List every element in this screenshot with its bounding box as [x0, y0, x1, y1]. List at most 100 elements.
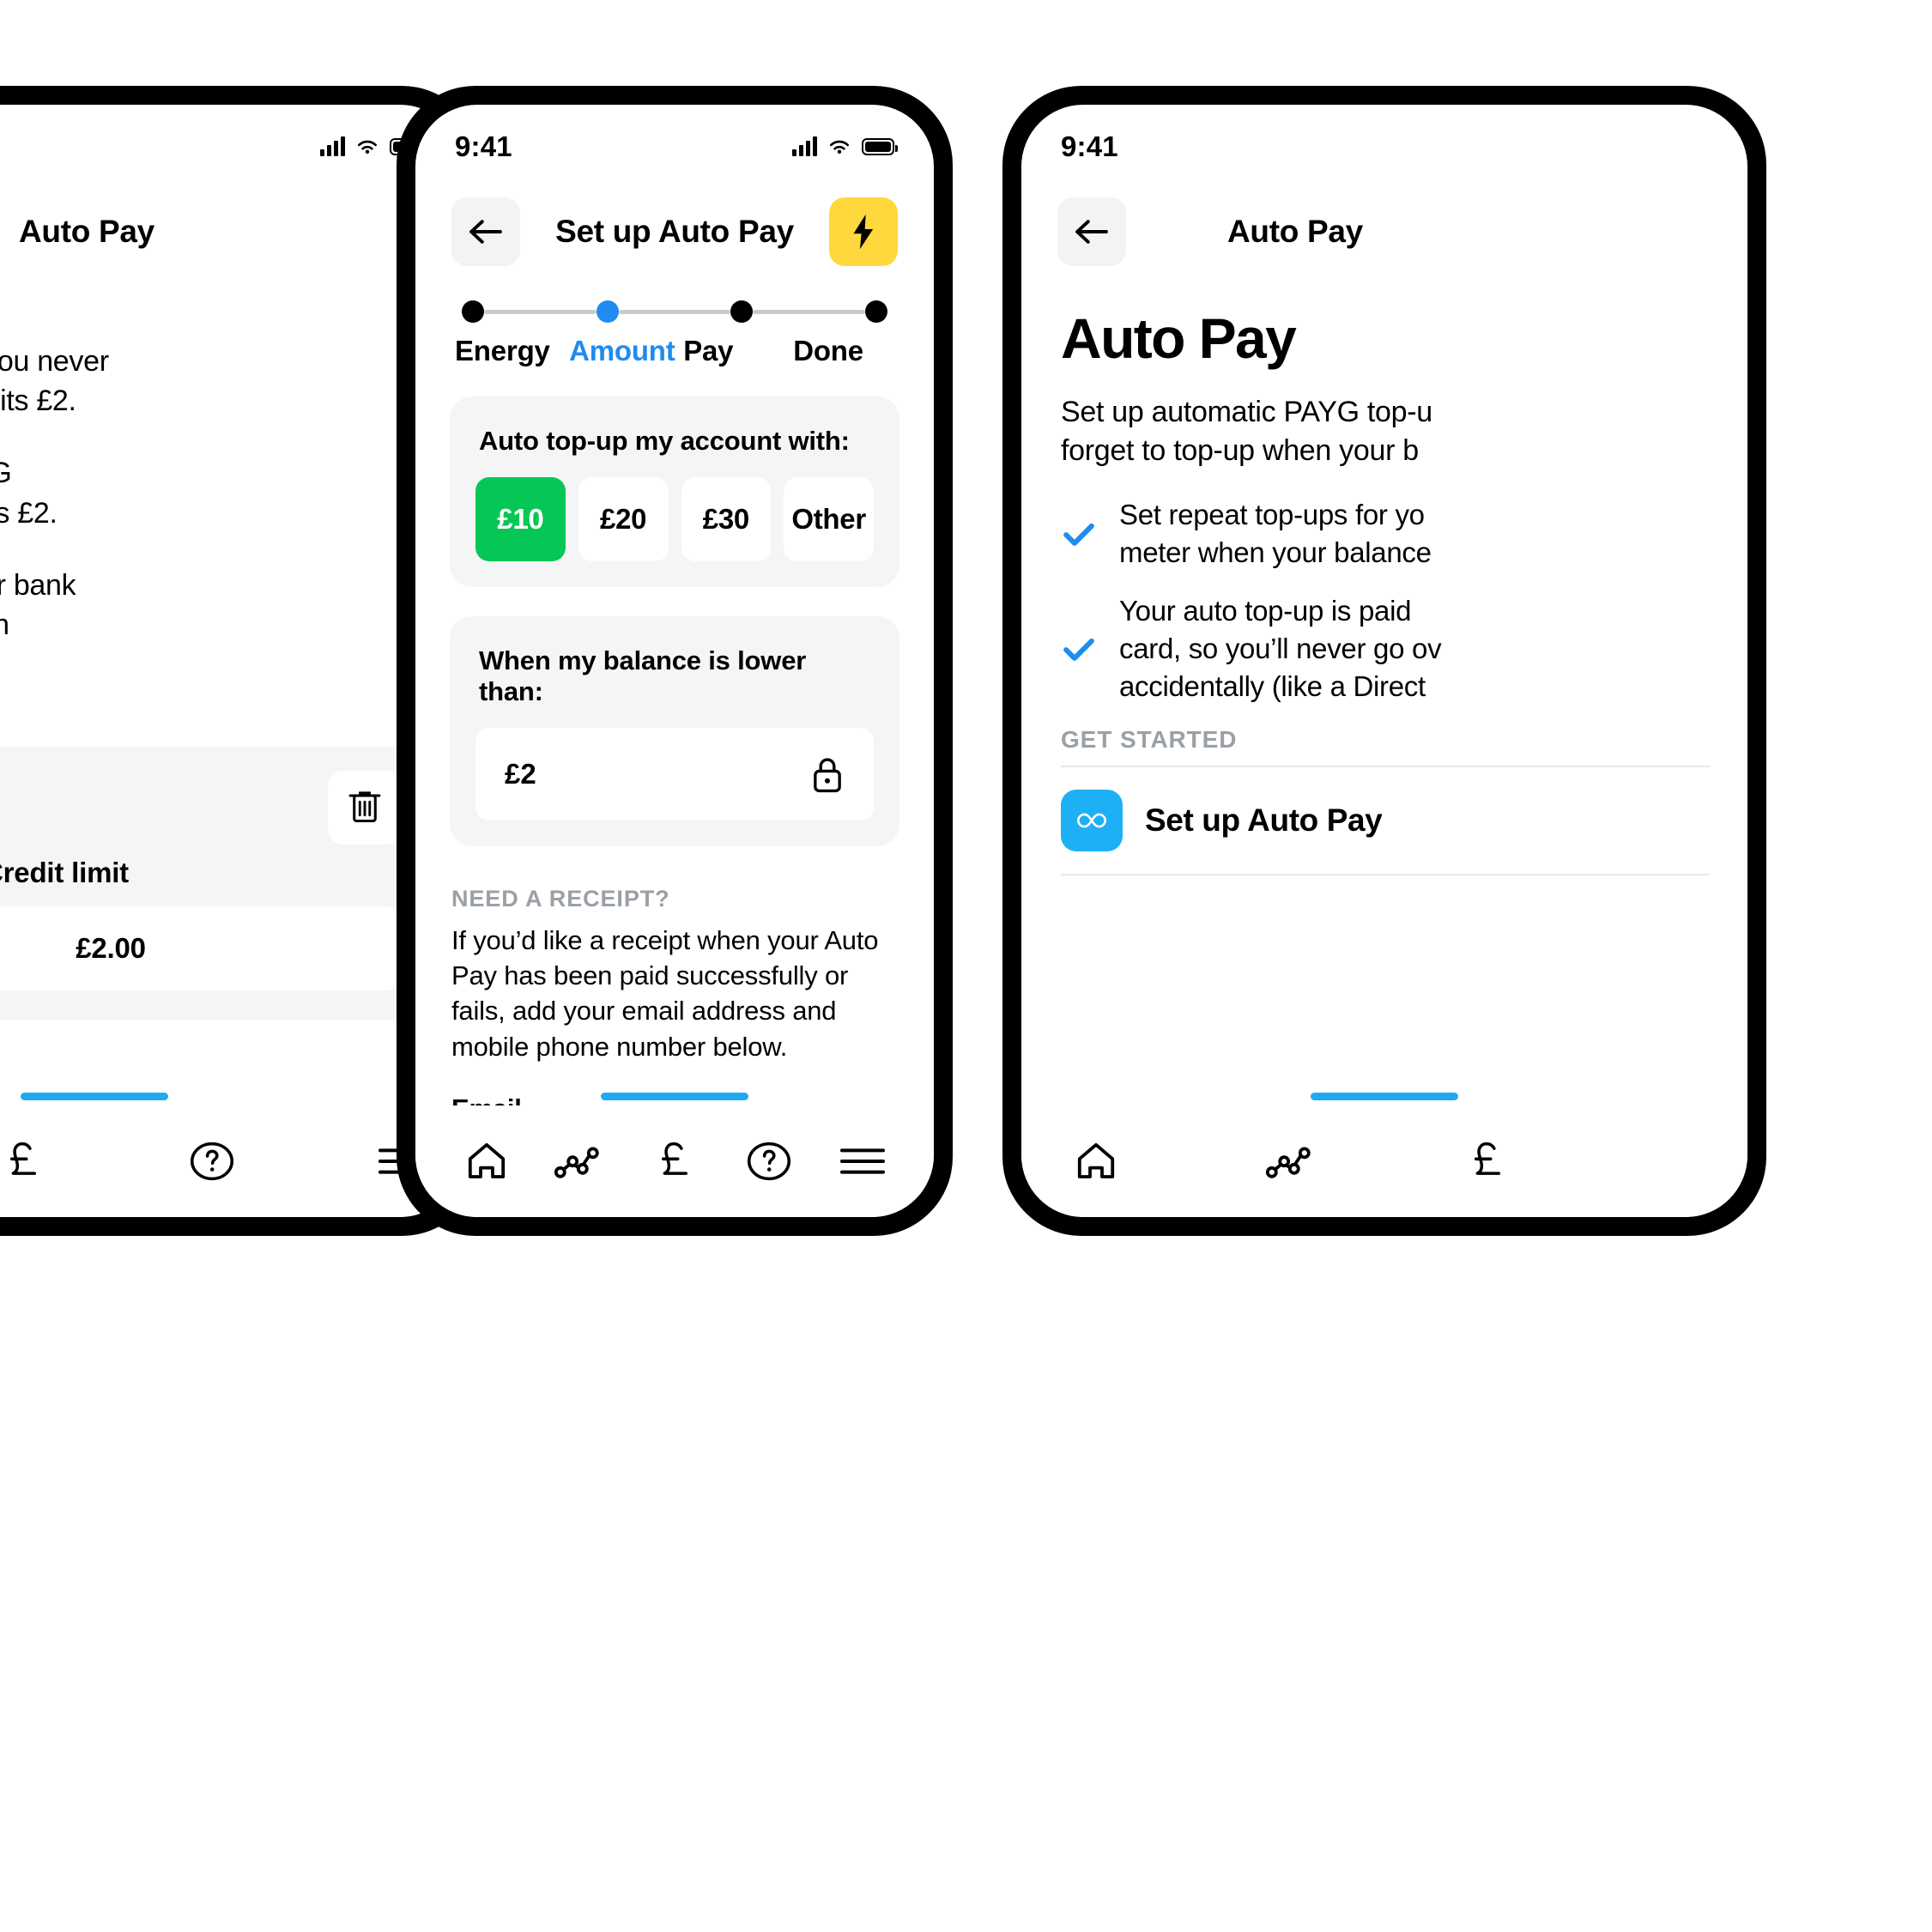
- benefit-text: Set repeat top-ups for yo meter when you…: [1119, 499, 1432, 569]
- step-line-2: [618, 309, 731, 314]
- right-content: Auto Pay Set up automatic PAYG top-u for…: [1021, 306, 1747, 875]
- status-time: 9:41: [455, 130, 512, 162]
- step-dot-energy[interactable]: [462, 300, 484, 323]
- nav-item-home[interactable]: [457, 1131, 517, 1191]
- phone-screen-middle: 9:41 Set up Auto Pay Energy Amount Pay D…: [415, 105, 934, 1217]
- step-label-pay: Pay: [683, 335, 734, 366]
- wifi-icon: [830, 140, 849, 154]
- threshold-title: When my balance is lower than:: [479, 645, 807, 706]
- trash-icon: [348, 791, 381, 822]
- nav-item-help[interactable]: [739, 1131, 799, 1191]
- auto-pay-intro: Set up automatic PAYG top-u forget to to…: [1061, 396, 1432, 468]
- page-title-left: Auto Pay: [19, 214, 154, 249]
- nav-bar-middle: Set up Auto Pay: [415, 173, 934, 268]
- home-icon: [1077, 1142, 1115, 1178]
- lock-icon: [814, 758, 841, 793]
- home-indicator: [1311, 1093, 1458, 1100]
- step-line-3: [753, 309, 866, 314]
- step-label-amount: Amount: [569, 335, 675, 366]
- step-line-1: [484, 309, 597, 314]
- receipt-eyebrow: NEED A RECEIPT?: [451, 886, 670, 911]
- signal-icon: [792, 136, 817, 156]
- bottom-nav-right: [1021, 1105, 1747, 1217]
- lightning-bolt-icon: [853, 214, 874, 250]
- home-icon: [468, 1142, 505, 1178]
- arrow-left-icon: [1075, 220, 1108, 244]
- threshold-value-field[interactable]: £2: [475, 728, 874, 821]
- step-label-energy: Energy: [455, 335, 550, 366]
- list-item-label: Set up Auto Pay: [1145, 802, 1383, 838]
- credit-limit-section: Credit limit £2.00: [0, 746, 462, 1020]
- check-icon: [1063, 638, 1094, 661]
- bottom-nav-left: [0, 1105, 462, 1217]
- nav-item-pound[interactable]: [1457, 1131, 1517, 1191]
- threshold-card: When my balance is lower than: £2: [450, 616, 899, 846]
- phone-screen-left: Auto Pay c PAYG top-ups so you never whe…: [0, 105, 462, 1217]
- status-bar-middle: 9:41: [415, 105, 934, 173]
- back-button[interactable]: [451, 197, 520, 266]
- amount-option-30[interactable]: £30: [681, 477, 772, 561]
- benefit-item: Your auto top-up is paid card, so you’ll…: [1061, 592, 1710, 706]
- left-paragraph-1: c PAYG top-ups so you never when your ba…: [0, 345, 109, 418]
- benefit-item: Set repeat top-ups for yo meter when you…: [1061, 496, 1710, 572]
- bottom-nav-middle: [415, 1105, 934, 1217]
- nav-item-help[interactable]: [182, 1131, 242, 1191]
- topup-amount-card: Auto top-up my account with: £10 £20 £30…: [450, 397, 899, 587]
- status-icons: [792, 136, 898, 156]
- home-indicator: [21, 1093, 168, 1100]
- menu-icon: [840, 1148, 886, 1174]
- home-indicator: [601, 1093, 748, 1100]
- credit-limit-fields: £2.00: [0, 905, 402, 990]
- nav-item-usage[interactable]: [550, 1131, 610, 1191]
- stepper-track: [455, 300, 894, 323]
- wifi-icon: [358, 140, 377, 154]
- topup-amount-title: Auto top-up my account with:: [479, 426, 850, 456]
- step-dot-amount[interactable]: [596, 300, 619, 323]
- help-circle-icon: [190, 1142, 234, 1181]
- threshold-value: £2: [505, 758, 536, 790]
- usage-graph-icon: [554, 1147, 600, 1178]
- arrow-left-icon: [469, 220, 502, 244]
- infinity-icon: [1077, 813, 1106, 828]
- phone-frame-right: 9:41 Auto Pay Auto Pay Set up automatic …: [1002, 86, 1766, 1236]
- delete-button[interactable]: [328, 770, 402, 845]
- status-time: 9:41: [1061, 130, 1118, 162]
- status-bar-left: [0, 105, 462, 173]
- benefit-text: Your auto top-up is paid card, so you’ll…: [1119, 595, 1442, 702]
- step-dot-pay[interactable]: [730, 300, 754, 323]
- nav-item-usage[interactable]: [1262, 1131, 1322, 1191]
- battery-icon: [862, 138, 898, 155]
- step-dot-done[interactable]: [865, 300, 888, 323]
- nav-item-home[interactable]: [1066, 1131, 1126, 1191]
- back-button[interactable]: [1057, 197, 1126, 266]
- auto-pay-tile-icon: [1061, 789, 1123, 851]
- left-paragraph-2: op-ups for your PAYG your balance reache…: [0, 457, 58, 530]
- credit-limit-label: Credit limit: [0, 856, 129, 888]
- signal-icon: [320, 136, 345, 156]
- left-content: c PAYG top-ups so you never when your ba…: [0, 268, 462, 685]
- list-item-setup-auto-pay[interactable]: Set up Auto Pay: [1061, 765, 1710, 875]
- benefit-list: Set repeat top-ups for yo meter when you…: [1061, 496, 1710, 705]
- amount-option-20[interactable]: £20: [578, 477, 669, 561]
- progress-stepper: Energy Amount Pay Done: [415, 268, 934, 367]
- receipt-body: If you’d like a receipt when your Auto P…: [451, 925, 879, 1062]
- check-icon: [1063, 524, 1094, 547]
- nav-item-pound[interactable]: [0, 1131, 53, 1191]
- nav-item-menu[interactable]: [833, 1131, 893, 1191]
- nav-item-pound[interactable]: [645, 1131, 705, 1191]
- help-circle-icon: [747, 1142, 790, 1181]
- auto-pay-heading: Auto Pay: [1061, 306, 1297, 370]
- screenshot-canvas: Auto Pay c PAYG top-ups so you never whe…: [0, 0, 1932, 1932]
- status-bar-right: 9:41: [1021, 105, 1747, 173]
- credit-limit-value[interactable]: £2.00: [0, 905, 402, 990]
- energy-action-button[interactable]: [829, 197, 898, 266]
- amount-option-other[interactable]: Other: [784, 477, 874, 561]
- pound-icon: [1474, 1142, 1501, 1175]
- stepper-labels: Energy Amount Pay Done: [455, 335, 894, 367]
- left-paragraph-3: o-up is paid with your bank ll never go …: [0, 568, 76, 642]
- amount-option-10[interactable]: £10: [475, 477, 566, 561]
- nav-bar-left: Auto Pay: [0, 173, 462, 268]
- nav-bar-right: Auto Pay: [1021, 173, 1747, 268]
- pound-icon: [9, 1142, 37, 1175]
- credit-limit-card: Credit limit £2.00: [0, 746, 427, 1020]
